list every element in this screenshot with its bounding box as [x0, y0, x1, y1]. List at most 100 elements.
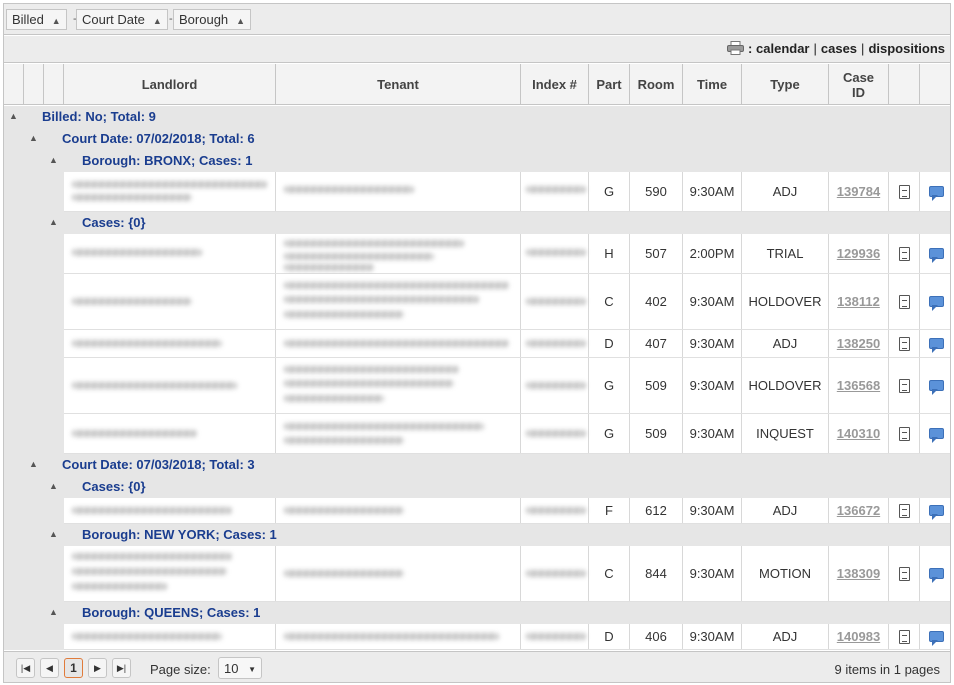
table-row[interactable]: C 402 9:30AM HOLDOVER 138112: [4, 274, 950, 330]
type-cell: TRIAL: [742, 234, 829, 273]
sort-asc-icon[interactable]: ▲: [153, 16, 162, 26]
type-cell: HOLDOVER: [742, 358, 829, 413]
comment-icon[interactable]: [928, 505, 944, 520]
column-header-case-id[interactable]: Case ID: [829, 64, 889, 105]
table-row[interactable]: C 844 9:30AM MOTION 138309: [4, 546, 950, 602]
document-icon[interactable]: [898, 246, 910, 261]
collapse-toggle-icon[interactable]: ▲: [49, 481, 58, 491]
comment-icon[interactable]: [928, 338, 944, 353]
case-id-link[interactable]: 140983: [837, 629, 880, 644]
collapse-toggle-icon[interactable]: ▲: [49, 529, 58, 539]
dispositions-link[interactable]: dispositions: [868, 41, 945, 56]
comment-icon[interactable]: [928, 296, 944, 311]
part-cell: D: [589, 330, 630, 357]
last-page-icon[interactable]: ▶|: [112, 658, 131, 678]
tenant-cell: [276, 234, 521, 273]
case-id-cell: 140983: [829, 624, 889, 649]
printer-icon[interactable]: [727, 41, 745, 55]
group-label: Cases: {0}: [82, 479, 146, 494]
column-header-part[interactable]: Part: [589, 64, 630, 105]
case-id-link[interactable]: 138112: [837, 294, 880, 309]
document-icon[interactable]: [898, 566, 910, 581]
document-icon[interactable]: [898, 503, 910, 518]
prev-page-icon[interactable]: ◀: [40, 658, 59, 678]
table-row[interactable]: F 612 9:30AM ADJ 136672: [4, 498, 950, 524]
case-id-cell: 138309: [829, 546, 889, 601]
comment-icon[interactable]: [928, 380, 944, 395]
table-row[interactable]: D 406 9:30AM ADJ 140983: [4, 624, 950, 650]
collapse-toggle-icon[interactable]: ▲: [29, 133, 38, 143]
case-id-link[interactable]: 138250: [837, 336, 880, 351]
page-number-button[interactable]: 1: [64, 658, 83, 678]
comment-icon[interactable]: [928, 186, 944, 201]
type-cell: ADJ: [742, 624, 829, 649]
group-header-borough: ▲ Borough: NEW YORK; Cases: 1: [4, 524, 950, 546]
column-header-type[interactable]: Type: [742, 64, 829, 105]
case-id-link[interactable]: 139784: [837, 184, 880, 199]
toolbar-separator: |: [861, 41, 865, 56]
time-cell: 9:30AM: [683, 274, 742, 329]
next-page-icon[interactable]: ▶: [88, 658, 107, 678]
part-cell: C: [589, 546, 630, 601]
column-header-index[interactable]: Index #: [521, 64, 589, 105]
case-id-cell: 136568: [829, 358, 889, 413]
type-cell: HOLDOVER: [742, 274, 829, 329]
page-size-select[interactable]: 10 ▼: [218, 657, 262, 679]
landlord-cell: [64, 234, 276, 273]
table-row[interactable]: G 590 9:30AM ADJ 139784: [4, 172, 950, 212]
tenant-cell: [276, 498, 521, 523]
comment-icon[interactable]: [928, 428, 944, 443]
group-chip-borough[interactable]: Borough ▲: [173, 9, 252, 30]
case-id-link[interactable]: 129936: [837, 246, 880, 261]
case-id-link[interactable]: 136672: [837, 503, 880, 518]
sort-asc-icon[interactable]: ▲: [52, 16, 61, 26]
comment-cell: [920, 498, 950, 523]
group-chip-billed[interactable]: Billed ▲: [6, 9, 67, 30]
group-chip-court-date[interactable]: Court Date ▲: [76, 9, 168, 30]
collapse-toggle-icon[interactable]: ▲: [29, 459, 38, 469]
column-header-room[interactable]: Room: [630, 64, 683, 105]
group-header-billed: ▲ Billed: No; Total: 9: [4, 106, 950, 128]
collapse-toggle-icon[interactable]: ▲: [49, 155, 58, 165]
comment-icon[interactable]: [928, 568, 944, 583]
tenant-cell: [276, 274, 521, 329]
room-cell: 590: [630, 172, 683, 211]
room-cell: 402: [630, 274, 683, 329]
collapse-toggle-icon[interactable]: ▲: [49, 607, 58, 617]
chevron-down-icon: ▼: [248, 665, 256, 674]
group-header-borough: ▲ Cases: {0}: [4, 212, 950, 234]
case-id-link[interactable]: 138309: [837, 566, 880, 581]
table-row[interactable]: G 509 9:30AM HOLDOVER 136568: [4, 358, 950, 414]
comment-cell: [920, 414, 950, 453]
collapse-toggle-icon[interactable]: ▲: [9, 111, 18, 121]
document-icon[interactable]: [898, 426, 910, 441]
table-row[interactable]: G 509 9:30AM INQUEST 140310: [4, 414, 950, 454]
calendar-link[interactable]: calendar: [756, 41, 809, 56]
document-cell: [889, 172, 920, 211]
sort-asc-icon[interactable]: ▲: [236, 16, 245, 26]
landlord-cell: [64, 330, 276, 357]
column-header-landlord[interactable]: Landlord: [64, 64, 276, 105]
document-icon[interactable]: [898, 336, 910, 351]
case-id-cell: 136672: [829, 498, 889, 523]
document-icon[interactable]: [898, 629, 910, 644]
case-id-link[interactable]: 136568: [837, 378, 880, 393]
column-header-tenant[interactable]: Tenant: [276, 64, 521, 105]
table-row[interactable]: D 407 9:30AM ADJ 138250: [4, 330, 950, 358]
first-page-icon[interactable]: |◀: [16, 658, 35, 678]
column-header-time[interactable]: Time: [683, 64, 742, 105]
group-header-court-date: ▲ Court Date: 07/02/2018; Total: 6: [4, 128, 950, 150]
group-chip-label: Borough: [179, 12, 229, 27]
cases-link[interactable]: cases: [821, 41, 857, 56]
comment-icon[interactable]: [928, 631, 944, 646]
document-icon[interactable]: [898, 378, 910, 393]
comment-icon[interactable]: [928, 248, 944, 263]
landlord-cell: [64, 498, 276, 523]
document-icon[interactable]: [898, 294, 910, 309]
index-cell: [521, 546, 589, 601]
table-row[interactable]: H 507 2:00PM TRIAL 129936: [4, 234, 950, 274]
room-cell: 406: [630, 624, 683, 649]
collapse-toggle-icon[interactable]: ▲: [49, 217, 58, 227]
case-id-link[interactable]: 140310: [837, 426, 880, 441]
document-icon[interactable]: [898, 184, 910, 199]
